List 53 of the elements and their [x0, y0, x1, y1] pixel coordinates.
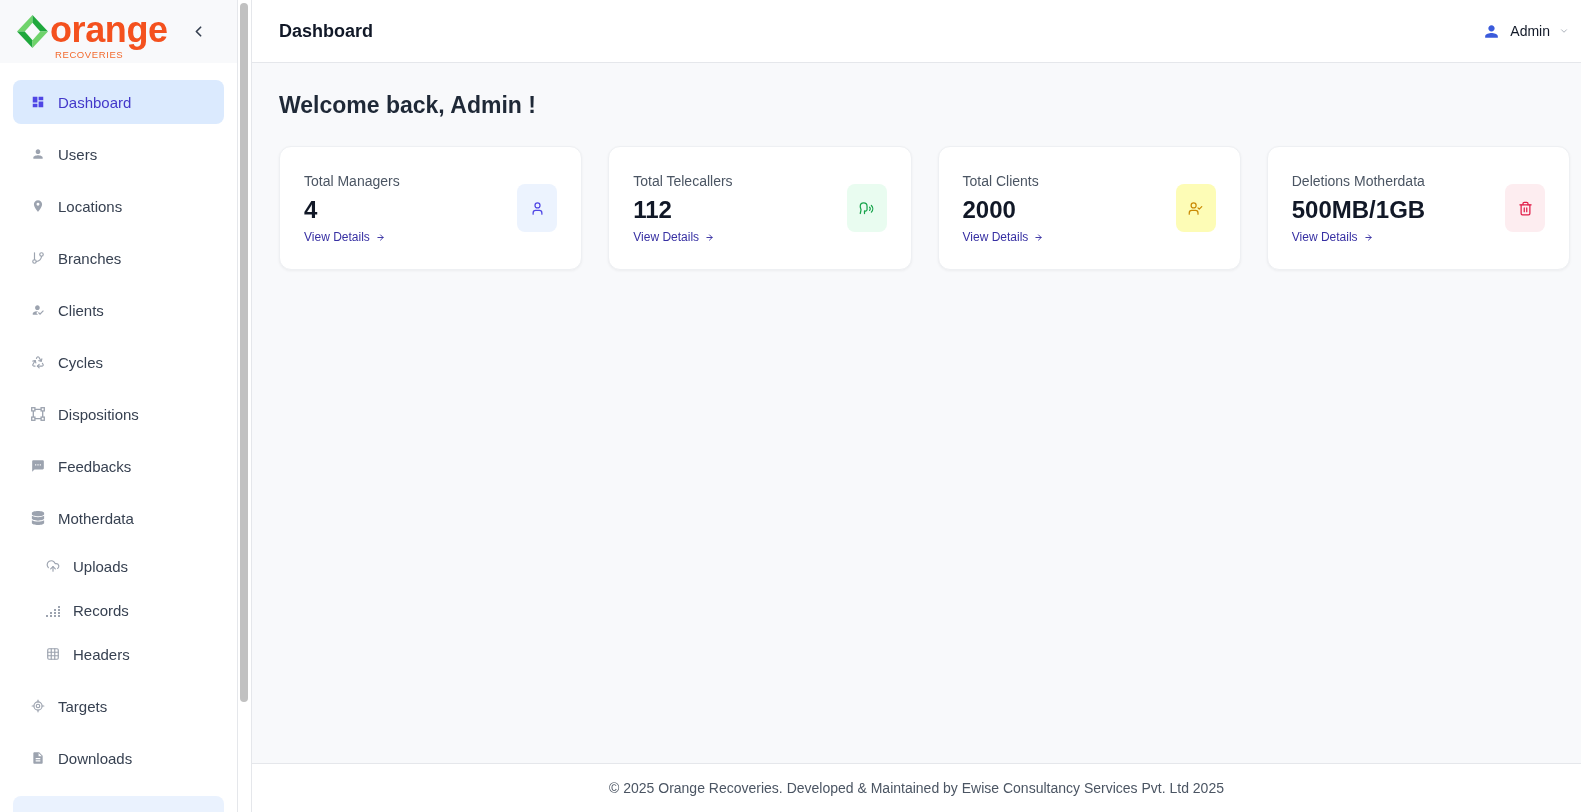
view-details-link[interactable]: View Details [962, 229, 1044, 245]
stat-label: Total Telecallers [633, 172, 733, 191]
map-pin-icon [31, 199, 45, 213]
crosshair-icon [31, 699, 45, 713]
diamond-logo-icon [17, 15, 48, 48]
nav-subitem[interactable]: Uploads [13, 548, 224, 584]
footer-text: © 2025 Orange Recoveries. Developed & Maintained by Ewise Consultancy Services Pvt. Ltd 2025 [609, 780, 1224, 796]
arrow-right-icon [1363, 232, 1373, 242]
person-icon [31, 147, 45, 161]
stat-label: Total Managers [304, 172, 400, 191]
nav-subitem[interactable]: Headers [13, 636, 224, 672]
stat-value: 2000 [962, 195, 1016, 225]
database-icon [31, 511, 45, 525]
person-check-icon [31, 303, 45, 317]
stat-value: 4 [304, 195, 318, 225]
stat-value: 112 [633, 195, 672, 225]
stat-label: Total Clients [962, 172, 1039, 191]
chat-bubble-icon [31, 459, 45, 473]
nav-item[interactable]: Cycles [13, 340, 224, 384]
document-icon [31, 751, 45, 765]
nav-item[interactable]: Targets [13, 684, 224, 728]
nav-item[interactable]: Downloads [13, 736, 224, 780]
nav-item[interactable]: Dashboard [13, 80, 224, 124]
nav-item[interactable]: Locations [13, 184, 224, 228]
dashboard-grid-icon [31, 95, 45, 109]
branch-icon [31, 251, 45, 265]
page-title: Dashboard [279, 20, 374, 42]
recycle-icon [31, 355, 45, 369]
logo-wordmark: orange [50, 9, 168, 50]
nav-item[interactable]: Branches [13, 236, 224, 280]
arrow-right-icon [705, 232, 715, 242]
nav-item[interactable]: Clients [13, 288, 224, 332]
view-details-link[interactable]: View Details [304, 229, 385, 245]
table-grid-icon [46, 647, 60, 661]
nodes-square-icon [31, 407, 45, 421]
nav-subitem[interactable]: Records [13, 592, 224, 628]
chevron-down-icon [1559, 26, 1569, 36]
view-details-link[interactable]: View Details [1291, 229, 1373, 245]
view-details-link[interactable]: View Details [633, 229, 715, 245]
scrollbar-thumb[interactable] [240, 3, 248, 702]
stat-value: 500MB/1GB [1291, 195, 1426, 225]
nav-item[interactable]: Dispositions [13, 392, 224, 436]
nav-item[interactable]: Users [13, 132, 224, 176]
bar-chart-icon [46, 603, 60, 617]
nav-item[interactable]: Motherdata [13, 496, 224, 540]
cloud-upload-icon [46, 559, 60, 573]
logo-tagline: RECOVERIES [55, 49, 124, 60]
nav-item[interactable]: Feedbacks [13, 444, 224, 488]
arrow-right-icon [375, 232, 385, 242]
welcome-heading: Welcome back, Admin ! [279, 91, 536, 120]
arrow-right-icon [1034, 232, 1044, 242]
user-menu[interactable]: Admin [1482, 19, 1569, 43]
stat-label: Deletions Motherdata [1291, 172, 1425, 191]
